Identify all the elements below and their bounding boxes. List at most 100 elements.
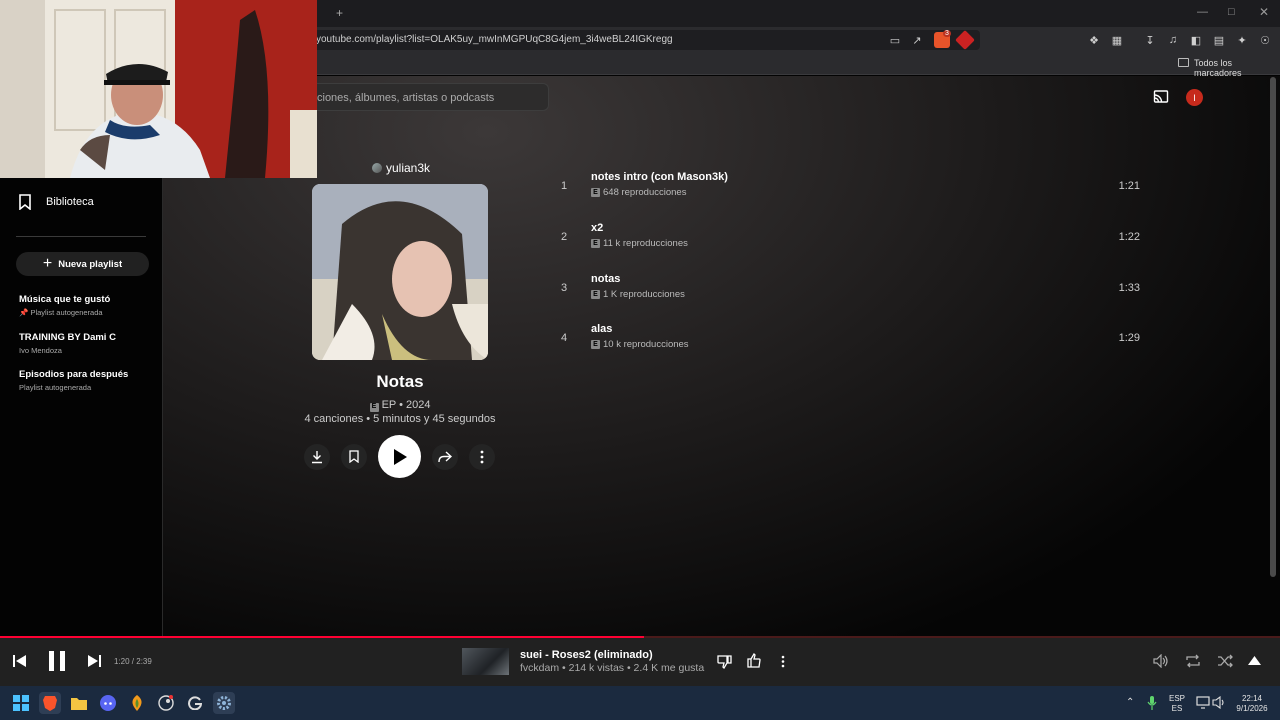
speaker-icon[interactable] [1212, 696, 1226, 709]
track-number: 4 [560, 332, 568, 344]
pin-icon: 📌 [19, 308, 29, 317]
now-playing-thumbnail[interactable] [462, 648, 509, 675]
track-plays-text: 1 K reproducciones [603, 289, 685, 300]
pause-button[interactable] [48, 651, 66, 671]
rewards-icon[interactable] [955, 30, 975, 50]
sidebar-divider [16, 236, 146, 237]
language-bottom: ES [1171, 704, 1183, 713]
track-duration: 1:29 [1118, 332, 1140, 344]
repeat-button[interactable] [1185, 654, 1201, 668]
folder-icon [1178, 58, 1189, 67]
track-number: 2 [560, 231, 568, 243]
g-app-icon[interactable] [184, 692, 206, 714]
sidebar-playlist[interactable]: Episodios para después Playlist autogene… [19, 369, 159, 392]
settings-icon[interactable] [213, 692, 235, 714]
microphone-icon[interactable] [1147, 696, 1157, 710]
clock[interactable]: 22:14 9/1/2026 [1232, 694, 1272, 714]
sidebar-playlist[interactable]: TRAINING BY Dami C Ivo Mendoza [19, 332, 159, 355]
album-actions [304, 435, 495, 478]
download-icon [312, 450, 322, 463]
share-icon[interactable]: ↗ [910, 33, 924, 47]
shuffle-button[interactable] [1217, 654, 1233, 668]
network-icon[interactable] [1196, 696, 1210, 709]
now-playing-title[interactable]: suei - Roses2 (eliminado) [520, 649, 653, 661]
track-duration: 1:22 [1118, 231, 1140, 243]
playlist-title: Música que te gustó [19, 294, 111, 305]
share-icon [438, 450, 452, 462]
dislike-button[interactable] [717, 654, 732, 669]
cast-icon[interactable] [1153, 90, 1169, 104]
scrollbar[interactable] [1270, 77, 1276, 577]
artist-link[interactable]: yulian3k [372, 161, 430, 175]
new-tab-button[interactable]: + [336, 6, 343, 20]
like-button[interactable] [747, 653, 762, 668]
sidebar-item-library[interactable]: Biblioteca [18, 194, 94, 210]
track-title[interactable]: notes intro (con Mason3k) [591, 171, 728, 183]
browser-toolbar-icons: ❖ ▦ ↧ ♫ ◧ ▤ ✦ ☉ ☰ [1087, 33, 1280, 47]
restore-icon[interactable]: □ [1228, 6, 1235, 18]
language-indicator[interactable]: ESP ES [1166, 694, 1188, 714]
all-bookmarks-link[interactable]: Todos los marcadores [1194, 58, 1280, 78]
vpn-shield-icon[interactable]: ☉ [1258, 33, 1272, 47]
previous-button[interactable] [13, 655, 26, 667]
album-type-year-row: E EP • 2024 [290, 398, 510, 412]
steam-icon[interactable] [155, 692, 177, 714]
now-playing-subtitle[interactable]: fvckdam • 214 k vistas • 2.4 K me gusta [520, 662, 704, 674]
shield-icon[interactable]: 3 [934, 30, 951, 48]
music-note-icon[interactable]: ♫ [1166, 33, 1180, 47]
brave-browser-icon[interactable] [39, 692, 61, 714]
sidebar-playlist[interactable]: Música que te gustó 📌 Playlist autogener… [19, 294, 159, 317]
clock-time: 22:14 [1241, 694, 1263, 703]
windows-start-icon[interactable] [10, 692, 32, 714]
fl-studio-icon[interactable] [126, 692, 148, 714]
bookmark-icon [349, 450, 359, 463]
track-row[interactable]: 4 alas E 10 k reproducciones 1:29 [556, 320, 1146, 370]
sparkle-icon[interactable]: ✦ [1235, 33, 1249, 47]
track-title[interactable]: notas [591, 273, 620, 285]
more-options-button[interactable] [469, 443, 495, 470]
track-row[interactable]: 3 notas E1 K reproducciones 1:33 [556, 270, 1146, 320]
track-row[interactable]: 1 notes intro (con Mason3k) E 648 reprodu… [556, 168, 1146, 218]
share-button[interactable] [432, 443, 458, 470]
sidebar-toggle-icon[interactable]: ◧ [1189, 33, 1203, 47]
account-avatar[interactable]: I [1186, 89, 1203, 106]
track-duration: 1:21 [1118, 180, 1140, 192]
wallet-icon[interactable]: ▤ [1212, 33, 1226, 47]
explicit-badge: E [591, 239, 600, 248]
clock-date: 9/1/2026 [1236, 704, 1268, 713]
volume-icon [1153, 654, 1168, 668]
more-options-button[interactable] [781, 655, 785, 668]
next-button[interactable] [88, 655, 101, 667]
playlist-title: Episodios para después [19, 369, 129, 380]
minimize-icon[interactable]: — [1197, 6, 1208, 18]
play-button[interactable] [378, 435, 421, 478]
expand-player-button[interactable] [1248, 656, 1261, 665]
volume-button[interactable] [1153, 654, 1169, 668]
plus-icon: + [42, 255, 53, 272]
skip-previous-icon [13, 655, 26, 667]
address-bar-url[interactable]: youtube.com/playlist?list=OLAK5uy_mwInMG… [316, 34, 673, 45]
track-plays-text: 648 reproducciones [603, 187, 687, 198]
track-row[interactable]: 2 x2 E 11 k reproducciones 1:22 [556, 219, 1146, 269]
track-duration: 1:33 [1118, 282, 1140, 294]
track-plays-text: 11 k reproducciones [603, 238, 688, 249]
close-window-icon[interactable]: ✕ [1259, 5, 1269, 19]
download-button[interactable] [304, 443, 330, 470]
new-playlist-button[interactable]: + Nueva playlist [16, 252, 149, 276]
discord-icon[interactable] [97, 692, 119, 714]
extensions-icon[interactable]: ❖ [1087, 33, 1101, 47]
track-title[interactable]: x2 [591, 222, 603, 234]
download-icon[interactable]: ↧ [1143, 33, 1157, 47]
chevron-up-icon[interactable]: ⌃ [1126, 697, 1134, 708]
save-to-library-button[interactable] [341, 443, 367, 470]
track-title[interactable]: alas [591, 323, 612, 335]
new-playlist-label: Nueva playlist [58, 258, 123, 270]
file-explorer-icon[interactable] [68, 692, 90, 714]
playlist-subtitle: Playlist autogenerada [19, 383, 92, 392]
cast-tab-icon[interactable]: ▭ [888, 33, 902, 47]
explicit-badge: E [591, 340, 600, 349]
search-input[interactable]: ciones, álbumes, artistas o podcasts [300, 83, 549, 111]
screenshot-icon[interactable]: ▦ [1110, 33, 1124, 47]
address-bar[interactable]: youtube.com/playlist?list=OLAK5uy_mwInMG… [300, 30, 980, 50]
track-plays: E 648 reproducciones [591, 187, 686, 198]
